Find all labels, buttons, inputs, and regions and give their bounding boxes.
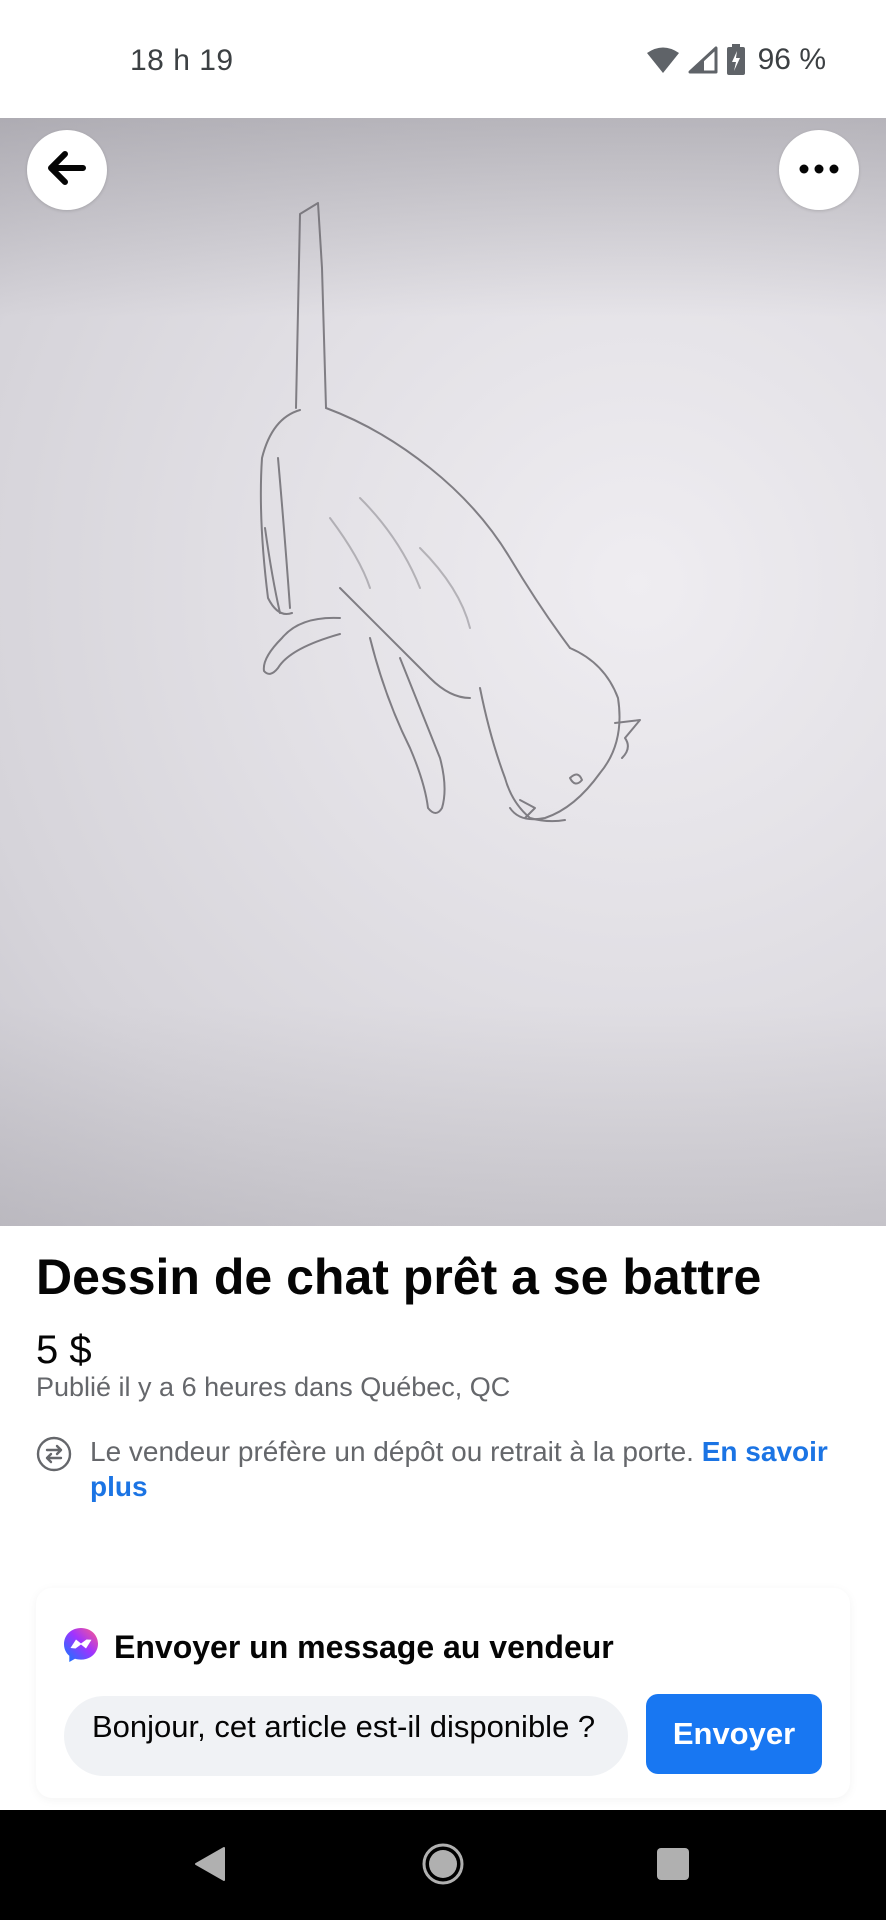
messenger-icon bbox=[62, 1626, 100, 1669]
status-bar: 18 h 19 96 % bbox=[0, 0, 886, 118]
listing-photo[interactable] bbox=[0, 118, 886, 1226]
battery-percentage: 96 % bbox=[757, 43, 826, 76]
circle-home-icon bbox=[421, 1842, 465, 1891]
delivery-description: Le vendeur préfère un dépôt ou retrait à… bbox=[90, 1436, 694, 1467]
triangle-back-icon bbox=[193, 1845, 227, 1888]
square-recents-icon bbox=[655, 1846, 691, 1887]
cell-signal-icon bbox=[688, 46, 718, 74]
listing-title: Dessin de chat prêt a se battre bbox=[36, 1249, 762, 1305]
message-seller-header: Envoyer un message au vendeur bbox=[62, 1626, 614, 1669]
swap-arrows-icon bbox=[36, 1436, 72, 1472]
message-input[interactable]: Bonjour, cet article est-il disponible ? bbox=[64, 1696, 628, 1776]
nav-home-button[interactable] bbox=[413, 1836, 473, 1896]
system-navigation-bar bbox=[0, 1810, 886, 1920]
message-seller-card: Envoyer un message au vendeur Bonjour, c… bbox=[36, 1588, 850, 1798]
message-seller-title: Envoyer un message au vendeur bbox=[114, 1629, 614, 1665]
listing-posted-info: Publié il y a 6 heures dans Québec, QC bbox=[36, 1372, 511, 1402]
more-horizontal-icon bbox=[799, 161, 839, 179]
delivery-preference: Le vendeur préfère un dépôt ou retrait à… bbox=[36, 1434, 856, 1504]
listing-price: 5 $ bbox=[36, 1328, 92, 1372]
wifi-icon bbox=[646, 46, 680, 74]
status-icons: 96 % bbox=[646, 40, 826, 80]
back-button[interactable] bbox=[27, 130, 107, 210]
delivery-text: Le vendeur préfère un dépôt ou retrait à… bbox=[90, 1434, 856, 1504]
marketplace-item-page: 18 h 19 96 % Dessin de chat prêt a se ba… bbox=[0, 0, 886, 1920]
listing-details: Dessin de chat prêt a se battre 5 $ Publ… bbox=[0, 1226, 886, 1810]
more-options-button[interactable] bbox=[779, 130, 859, 210]
nav-recents-button[interactable] bbox=[643, 1836, 703, 1896]
cat-sketch-image bbox=[259, 202, 641, 823]
nav-back-button[interactable] bbox=[180, 1836, 240, 1896]
status-time: 18 h 19 bbox=[130, 44, 234, 77]
arrow-left-icon bbox=[47, 150, 87, 190]
send-button[interactable]: Envoyer bbox=[646, 1694, 822, 1774]
battery-charging-icon bbox=[726, 44, 746, 76]
